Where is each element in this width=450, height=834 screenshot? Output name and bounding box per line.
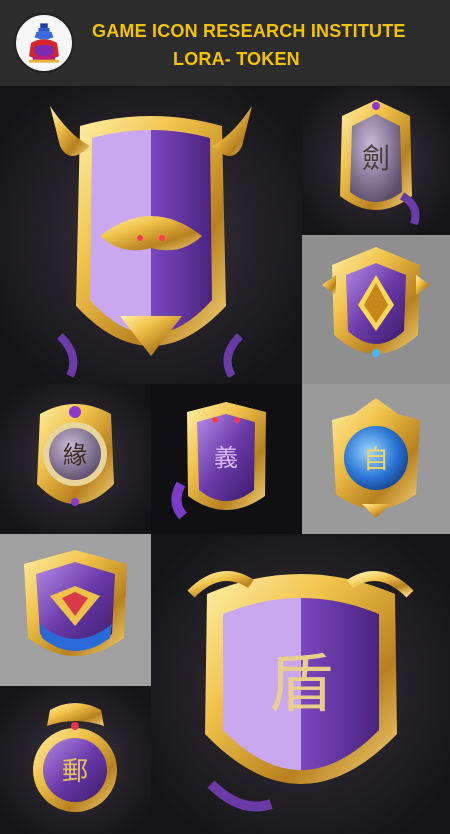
glyph-medallion-emblem: 劍 [302, 86, 450, 235]
purple-phoenix-shield-emblem [0, 86, 302, 384]
header-title: GAME ICON RESEARCH INSTITUTE [92, 21, 406, 41]
potion-bottle-icon [14, 13, 74, 73]
gold-star-crest-emblem [302, 235, 450, 384]
svg-text:自: 自 [363, 445, 389, 475]
winged-purple-blue-crest-emblem [0, 534, 151, 686]
svg-text:盾: 盾 [269, 648, 333, 722]
header-bar: GAME ICON RESEARCH INSTITUTE LORA- TOKEN [0, 0, 450, 86]
round-glyph-badge-emblem: 緣 [0, 384, 151, 534]
large-purple-glyph-shield-emblem: 盾 [151, 534, 450, 834]
svg-text:劍: 劍 [362, 142, 390, 175]
header-subtitle: LORA- TOKEN [173, 49, 300, 69]
svg-text:緣: 緣 [63, 441, 87, 469]
svg-text:義: 義 [214, 444, 238, 472]
purple-demon-crest-emblem: 義 [151, 384, 302, 534]
blue-orb-badge-emblem: 自 [302, 384, 450, 534]
svg-text:郵: 郵 [62, 757, 88, 787]
purple-ornate-medal-emblem: 郵 [0, 686, 151, 834]
